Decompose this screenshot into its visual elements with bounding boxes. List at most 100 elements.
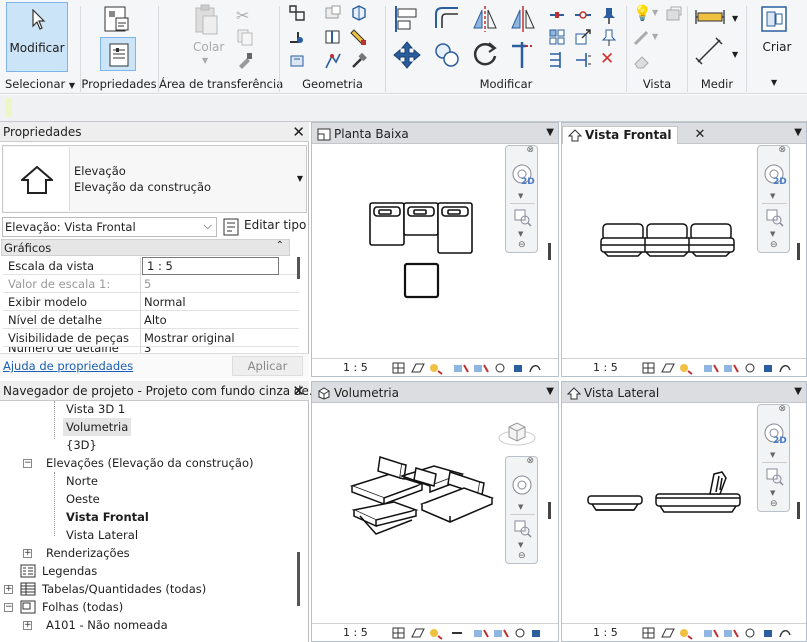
rotate-icon[interactable] [470, 40, 500, 70]
navbar-chevron-icon[interactable]: ▼ [770, 451, 775, 459]
view-controls-icons[interactable] [392, 361, 542, 375]
view-scale[interactable]: 1 : 5 [593, 626, 618, 639]
view-menu-caret-icon[interactable]: ▼ [794, 127, 802, 138]
navbar-options-icon[interactable]: ⊖ [518, 240, 526, 250]
tree-item-3d[interactable]: {3D} [66, 436, 97, 454]
zoom-icon[interactable] [514, 209, 532, 227]
navigation-bar[interactable]: ⊗ 2D ▼ ▼ ⊖ [505, 145, 538, 253]
view-tab-vista-frontal[interactable]: Vista Frontal ✕ [562, 126, 705, 144]
trim-multiple-icon[interactable] [548, 51, 566, 69]
viewcube-icon[interactable] [497, 418, 537, 448]
zoom-icon[interactable] [766, 209, 784, 227]
paint-icon[interactable] [350, 28, 368, 46]
modificar-tool-button[interactable]: Modificar [6, 2, 68, 72]
tree-item-a101[interactable]: A101 - Não nomeada [46, 616, 168, 634]
view-controls-icons[interactable] [642, 626, 792, 640]
aligned-dimension-icon[interactable] [694, 36, 726, 66]
unpin-icon[interactable] [600, 28, 618, 46]
collapse-node-icon[interactable]: − [23, 459, 32, 468]
navbar-chevron-icon[interactable]: ▼ [518, 503, 523, 511]
view-scrollbar[interactable] [548, 243, 551, 260]
mirror-draw-icon[interactable] [508, 4, 538, 34]
zoom-chevron-icon[interactable]: ▼ [518, 230, 523, 238]
view-menu-caret-icon[interactable]: ▼ [794, 386, 802, 397]
cut-icon[interactable]: ✂ [236, 6, 254, 25]
prop-row-nivel-detalhe[interactable]: Nível de detalhe Alto [3, 311, 299, 329]
scale-icon[interactable] [574, 28, 592, 46]
delete-icon[interactable]: ✕ [600, 49, 618, 69]
navbar-close-icon[interactable]: ⊗ [778, 404, 786, 414]
navbar-options-icon[interactable]: ⊖ [770, 240, 778, 250]
view-volumetria[interactable]: Volumetria ▼ ⊗ ▼ ▼ ⊖ 1 : 5 [311, 381, 559, 642]
view-scrollbar[interactable] [548, 502, 551, 519]
navbar-close-icon[interactable]: ⊗ [778, 145, 786, 155]
prop-row-visibilidade[interactable]: Visibilidade de peças Mostrar original [3, 329, 299, 347]
navigation-bar[interactable]: ⊗ ▼ ▼ ⊖ [505, 456, 538, 564]
close-tab-icon[interactable]: ✕ [695, 127, 706, 142]
zoom-icon[interactable] [514, 520, 532, 538]
help-link[interactable]: Ajuda de propriedades [3, 359, 133, 373]
view-menu-caret-icon[interactable]: ▼ [546, 386, 554, 397]
join-geometry-icon[interactable] [350, 4, 368, 22]
create-group-icon[interactable] [759, 4, 789, 34]
navbar-options-icon[interactable]: ⊖ [770, 499, 778, 509]
split-icon[interactable] [548, 6, 566, 24]
collapse-node-icon[interactable]: − [4, 603, 13, 612]
expand-node-icon[interactable]: + [4, 585, 13, 594]
zoom-chevron-icon[interactable]: ▼ [770, 230, 775, 238]
pick-icon[interactable] [324, 52, 342, 70]
array-icon[interactable] [548, 28, 566, 46]
type-properties-icon[interactable] [101, 4, 133, 34]
navigation-bar[interactable]: ⊗ 2D ▼ ▼ ⊖ [757, 145, 790, 253]
view-tab-vista-lateral[interactable]: Vista Lateral [562, 385, 665, 403]
zoom-chevron-icon[interactable]: ▼ [770, 489, 775, 497]
tree-item-tabelas[interactable]: Tabelas/Quantidades (todas) [42, 580, 206, 598]
scale-input[interactable]: 1 : 5 [142, 257, 279, 275]
navbar-chevron-icon[interactable]: ▼ [770, 192, 775, 200]
tree-item-elevacoes[interactable]: Elevações (Elevação da construção) [46, 454, 253, 472]
close-icon[interactable]: ✕ [292, 382, 305, 400]
panel-label-selecionar[interactable]: Selecionar ▼ [0, 77, 80, 91]
eraser-icon[interactable] [633, 52, 651, 70]
criar-chevron-icon[interactable]: ▼ [771, 78, 777, 87]
edit-type-button[interactable]: Editar tipo [223, 217, 307, 237]
zoom-chevron-icon[interactable]: ▼ [518, 541, 523, 549]
split-face-icon[interactable] [324, 28, 342, 46]
align-icon[interactable] [392, 4, 422, 34]
close-icon[interactable]: ✕ [292, 123, 305, 141]
lightbulb-icon[interactable]: 💡 [633, 4, 652, 22]
match-properties-icon[interactable] [236, 51, 254, 69]
group-header-graficos[interactable]: Gráficos ⌃ [1, 239, 290, 256]
offset-icon[interactable] [432, 4, 462, 34]
navbar-close-icon[interactable]: ⊗ [526, 145, 534, 155]
measure-icon[interactable] [694, 4, 726, 30]
properties-toggle-button[interactable] [100, 37, 136, 71]
navigation-bar[interactable]: ⊗ 2D ▼ ▼ ⊖ [757, 404, 790, 512]
tree-item-vista-lateral[interactable]: Vista Lateral [66, 526, 138, 544]
copy-move-icon[interactable] [432, 40, 462, 70]
browser-scrollbar[interactable] [297, 552, 300, 606]
expand-node-icon[interactable]: + [23, 621, 32, 630]
navbar-options-icon[interactable]: ⊖ [518, 551, 526, 561]
view-planta-baixa[interactable]: Planta Baixa ▼ ⊗ 2D ▼ ▼ ⊖ 1 : 5 [311, 122, 559, 377]
instance-selector[interactable]: Elevação: Vista Frontal ⌵ [2, 217, 217, 237]
zoom-icon[interactable] [766, 468, 784, 486]
demolish-icon[interactable] [288, 52, 306, 70]
cope-icon[interactable] [288, 4, 306, 22]
view-tab-planta-baixa[interactable]: Planta Baixa [312, 126, 415, 144]
cut-geometry-icon[interactable] [324, 4, 342, 22]
tree-item-volumetria[interactable]: Volumetria [63, 418, 132, 436]
steering-wheel-icon[interactable] [511, 474, 533, 496]
view-scale[interactable]: 1 : 5 [593, 361, 618, 374]
trim-corner-icon[interactable] [508, 40, 538, 70]
tree-item-vista-3d-1[interactable]: Vista 3D 1 [66, 400, 125, 418]
tree-item-vista-frontal[interactable]: Vista Frontal [66, 508, 149, 526]
type-selector[interactable]: Elevação Elevação da construção ▼ [2, 145, 307, 213]
view-scale[interactable]: 1 : 5 [343, 361, 368, 374]
prop-row-exibir-modelo[interactable]: Exibir modelo Normal [3, 293, 299, 311]
view-scrollbar[interactable] [797, 243, 800, 260]
apply-button[interactable]: Aplicar [232, 356, 303, 376]
create-label[interactable]: Criar [747, 40, 807, 54]
navbar-chevron-icon[interactable]: ▼ [518, 192, 523, 200]
view-controls-icons[interactable] [642, 361, 792, 375]
